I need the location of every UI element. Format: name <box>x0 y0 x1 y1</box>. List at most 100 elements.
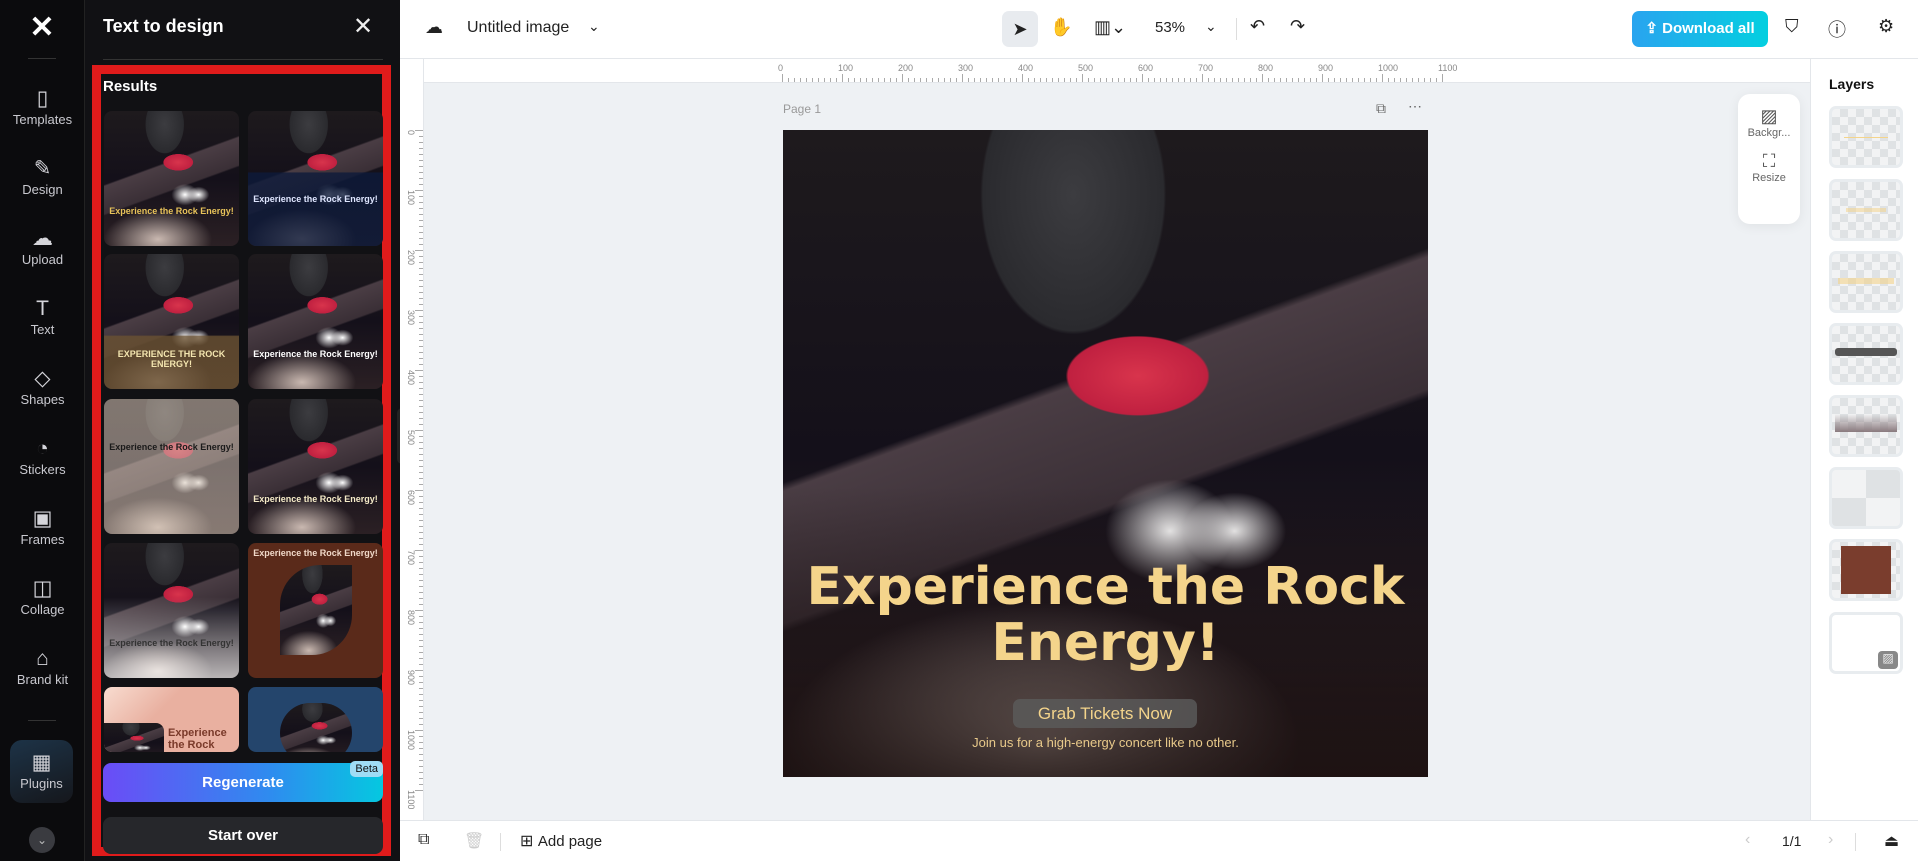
rail-item-shapes[interactable]: ◇ Shapes <box>0 366 85 430</box>
next-page-icon[interactable]: › <box>1828 831 1833 849</box>
select-tool-icon[interactable]: ➤ <box>1002 11 1038 47</box>
document-title[interactable]: Untitled image <box>467 19 569 37</box>
ruler-tick <box>419 328 423 329</box>
settings-gear-icon[interactable]: ⚙ <box>1878 16 1894 37</box>
result-thumbnail[interactable] <box>248 687 383 752</box>
result-thumbnail[interactable]: Experience the Rock Energy! <box>248 399 383 534</box>
ruler-tick <box>419 664 423 665</box>
layer-button-text[interactable] <box>1829 179 1903 241</box>
ruler-tick <box>1010 78 1011 82</box>
zoom-chevron-down-icon[interactable]: ⌄ <box>1205 18 1217 35</box>
rail-item-text[interactable]: T Text <box>0 296 85 360</box>
ruler-tick <box>419 400 423 401</box>
ruler-label: 400 <box>1018 63 1034 73</box>
ruler-tick <box>419 562 423 563</box>
layout-icon[interactable]: ▥⌄ <box>1094 17 1126 38</box>
add-page-button[interactable]: ⊞ Add page <box>520 831 602 851</box>
ruler-tick <box>419 742 423 743</box>
layer-button-shape[interactable] <box>1829 323 1903 385</box>
grab-tickets-button-text[interactable]: Grab Tickets Now <box>1013 699 1197 728</box>
ruler-tick <box>419 568 423 569</box>
ruler-tick <box>419 448 423 449</box>
result-thumbnail[interactable]: Experience the Rock Energy! <box>104 399 239 534</box>
layer-tagline[interactable] <box>1829 106 1903 168</box>
ruler-tick <box>1082 74 1083 82</box>
layer-brown-fill[interactable] <box>1829 539 1903 601</box>
ruler-tick <box>419 712 423 713</box>
ruler-tick <box>1364 78 1365 82</box>
ruler-tick <box>1370 78 1371 82</box>
regenerate-button[interactable]: Regenerate Beta <box>103 761 383 802</box>
ruler-tick <box>800 78 801 82</box>
ruler-tick <box>419 760 423 761</box>
help-icon[interactable]: ⓘ <box>1828 16 1846 42</box>
headline-text[interactable]: Experience the Rock Energy! <box>783 559 1428 671</box>
layer-photo[interactable] <box>1829 467 1903 529</box>
thumbnail-title: Experience the Rock Energy! <box>109 206 234 216</box>
rail-item-upload[interactable]: ☁ Upload <box>0 226 85 290</box>
result-thumbnail[interactable]: Experience the Rock Energy! <box>248 543 383 678</box>
ruler-tick <box>419 268 423 269</box>
result-thumbnail[interactable]: Experience the Rock Energy! <box>248 111 383 246</box>
resize-tool[interactable]: ⛶ Resize <box>1738 151 1800 184</box>
prev-page-icon[interactable]: ‹ <box>1745 831 1750 849</box>
more-options-icon[interactable]: ⋯ <box>1408 98 1422 115</box>
tagline-text[interactable]: Join us for a high-energy concert like n… <box>783 735 1428 750</box>
cloud-save-icon[interactable]: ☁ <box>425 17 443 38</box>
ruler-tick <box>419 154 423 155</box>
rail-item-frames[interactable]: ▣ Frames <box>0 506 85 570</box>
ruler-tick <box>419 442 423 443</box>
result-thumbnail[interactable]: Experience the Rock Energy! <box>104 543 239 678</box>
rail-item-collage[interactable]: ◫ Collage <box>0 576 85 640</box>
ruler-tick <box>962 74 963 82</box>
ruler-tick <box>926 78 927 82</box>
ruler-tick <box>1214 78 1215 82</box>
ruler-tick <box>415 370 423 371</box>
add-page-copy-icon[interactable]: ⧉ <box>418 831 429 849</box>
ruler-tick <box>1376 78 1377 82</box>
rail-item-plugins[interactable]: ▦ Plugins <box>10 740 73 803</box>
expand-chevron-icon[interactable]: ⌄ <box>29 827 55 853</box>
delete-icon[interactable]: 🗑 <box>464 831 484 851</box>
rail-item-brand-kit[interactable]: ⌂ Brand kit <box>0 646 85 710</box>
background-tool[interactable]: ▨ Backgr... <box>1738 106 1800 139</box>
title-chevron-down-icon[interactable]: ⌄ <box>588 18 600 35</box>
ruler-tick <box>1202 74 1203 82</box>
ruler-tick <box>419 496 423 497</box>
result-thumbnail[interactable]: Experience the Rock Energy! <box>104 687 239 752</box>
ruler-label: 300 <box>958 63 974 73</box>
start-over-button[interactable]: Start over <box>103 817 383 854</box>
layer-background[interactable]: ▨ <box>1829 612 1903 674</box>
result-thumbnail[interactable]: Experience the Rock Energy! <box>248 254 383 389</box>
rail-item-templates[interactable]: ▯ Templates <box>0 86 85 150</box>
ruler-tick <box>419 220 423 221</box>
ruler-tick <box>1058 78 1059 82</box>
beta-badge: Beta <box>350 761 383 777</box>
page-manager-icon[interactable]: ⏏ <box>1884 831 1899 851</box>
layer-headline[interactable] <box>1829 251 1903 313</box>
hand-tool-icon[interactable]: ✋ <box>1050 17 1072 38</box>
result-thumbnail[interactable]: Experience the Rock Energy! <box>104 111 239 246</box>
capcut-logo[interactable]: ✕ <box>22 12 62 44</box>
zoom-level[interactable]: 53% <box>1155 19 1185 36</box>
rail-label: Text <box>30 322 55 337</box>
ruler-tick <box>1022 74 1023 82</box>
download-all-button[interactable]: ⇪ Download all <box>1632 11 1768 47</box>
shield-icon[interactable]: ⛉ <box>1785 16 1799 37</box>
rail-item-stickers[interactable]: ◔ Stickers <box>0 436 85 500</box>
redo-icon[interactable]: ↷ <box>1290 16 1305 37</box>
ruler-label: 600 <box>1138 63 1154 73</box>
ruler-tick <box>1052 78 1053 82</box>
ruler-tick <box>419 646 423 647</box>
result-thumbnail[interactable]: EXPERIENCE THE ROCK ENERGY! <box>104 254 239 389</box>
ruler-tick <box>1094 78 1095 82</box>
design-canvas[interactable]: Experience the Rock Energy! Grab Tickets… <box>783 130 1428 777</box>
rail-item-design[interactable]: ✎ Design <box>0 156 85 220</box>
undo-icon[interactable]: ↶ <box>1250 16 1265 37</box>
ruler-tick <box>836 78 837 82</box>
duplicate-page-icon[interactable]: ⧉ <box>1376 100 1386 117</box>
layer-gradient[interactable] <box>1829 395 1903 457</box>
ruler-label: 600 <box>406 490 416 506</box>
ruler-tick <box>1334 78 1335 82</box>
close-icon[interactable]: ✕ <box>353 12 373 41</box>
